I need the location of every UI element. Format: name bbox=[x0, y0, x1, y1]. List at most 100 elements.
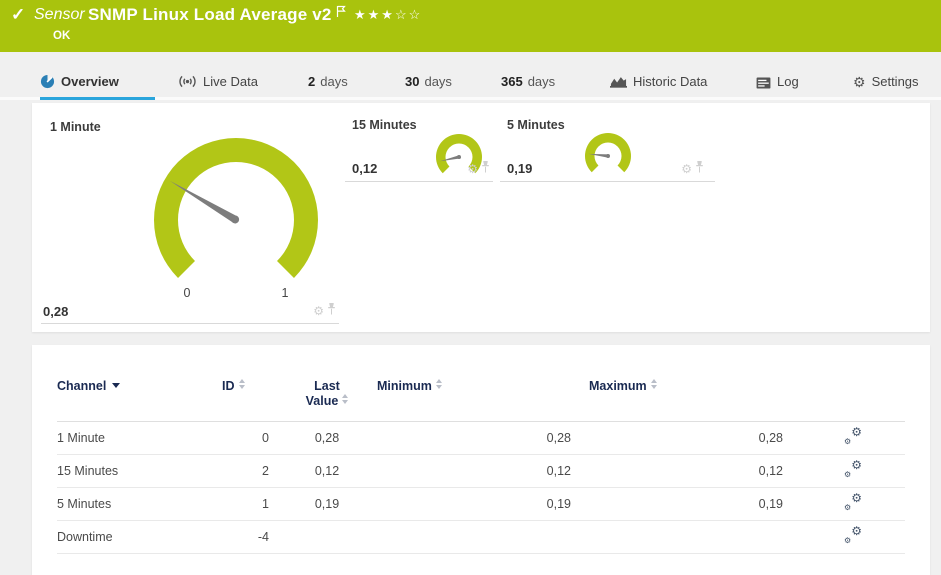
tab-historic-data[interactable]: Historic Data bbox=[610, 52, 707, 97]
pin-icon[interactable] bbox=[481, 160, 490, 178]
cell-channel: 1 Minute bbox=[57, 421, 222, 455]
table-header-row: Channel ID Last Value Minimum Maximum bbox=[57, 373, 905, 422]
cell-edit: ⚙ ⚙ bbox=[801, 421, 905, 455]
cell-id: 1 bbox=[222, 487, 277, 521]
tab-label: Historic Data bbox=[633, 74, 708, 89]
sort-icon bbox=[238, 379, 245, 389]
object-kind-label: Sensor bbox=[34, 6, 85, 23]
cell-id: -4 bbox=[222, 520, 277, 554]
gauge-settings-gear-icon[interactable]: ⚙ bbox=[467, 163, 478, 175]
live-signal-icon bbox=[178, 74, 197, 89]
tab-label: Settings bbox=[871, 74, 919, 89]
channel-settings-gears-icon[interactable]: ⚙ ⚙ bbox=[844, 524, 862, 545]
tab-live-data[interactable]: Live Data bbox=[178, 52, 258, 97]
gauge-icon bbox=[40, 74, 55, 89]
tab-label: Live Data bbox=[203, 74, 258, 89]
channel-settings-gears-icon[interactable]: ⚙ ⚙ bbox=[844, 458, 862, 479]
sort-icon bbox=[435, 379, 442, 389]
cell-max: 0,28 bbox=[589, 421, 801, 455]
cell-min: 0,19 bbox=[377, 487, 589, 521]
cell-last: 0,28 bbox=[277, 421, 377, 455]
gauge-value: 0,19 bbox=[507, 161, 533, 176]
tab-label: Log bbox=[777, 74, 799, 89]
tab-unit: days bbox=[424, 74, 452, 89]
status-check-icon: ✓ bbox=[11, 5, 26, 24]
gauge-settings-gear-icon[interactable]: ⚙ bbox=[681, 163, 692, 175]
column-header-minimum[interactable]: Minimum bbox=[377, 373, 589, 422]
sensor-header: ✓ Sensor SNMP Linux Load Average v2 ★★★☆… bbox=[0, 0, 941, 52]
channel-settings-gears-icon[interactable]: ⚙ ⚙ bbox=[844, 425, 862, 446]
gauge-panel-5-minutes: 5 Minutes 0,19 ⚙ bbox=[500, 112, 715, 182]
cell-last bbox=[277, 520, 377, 554]
gauge-title: 5 Minutes bbox=[507, 118, 565, 132]
tab-number: 365 bbox=[501, 74, 523, 89]
cell-last: 0,19 bbox=[277, 487, 377, 521]
gauge-panel-1-minute: 1 Minute 0 1 0,28 ⚙ bbox=[41, 112, 339, 324]
table-row: 5 Minutes 1 0,19 0,19 0,19 ⚙ ⚙ bbox=[57, 487, 905, 521]
gauge-title: 15 Minutes bbox=[352, 118, 417, 132]
tab-2-days[interactable]: 2 days bbox=[308, 52, 348, 97]
sort-desc-icon bbox=[112, 383, 121, 388]
status-badge: OK bbox=[53, 30, 71, 42]
tab-log[interactable]: Log bbox=[756, 52, 799, 97]
gauge-arc bbox=[585, 132, 631, 173]
tab-unit: days bbox=[527, 74, 556, 89]
cell-min bbox=[377, 520, 589, 554]
tab-365-days[interactable]: 365 days bbox=[501, 52, 555, 97]
cell-id: 2 bbox=[222, 454, 277, 488]
cell-channel: 15 Minutes bbox=[57, 454, 222, 488]
tab-settings[interactable]: ⚙ Settings bbox=[853, 52, 919, 97]
cell-last: 0,12 bbox=[277, 454, 377, 488]
cell-max: 0,19 bbox=[589, 487, 801, 521]
tab-number: 30 bbox=[405, 74, 420, 89]
column-header-channel[interactable]: Channel bbox=[57, 373, 222, 422]
gauge-arc bbox=[153, 137, 318, 278]
column-header-id[interactable]: ID bbox=[222, 373, 277, 422]
tab-30-days[interactable]: 30 days bbox=[405, 52, 452, 97]
gauges-panel: 1 Minute 0 1 0,28 ⚙ 15 Minutes 0,12 ⚙ 5 … bbox=[32, 103, 930, 332]
table-row: 15 Minutes 2 0,12 0,12 0,12 ⚙ ⚙ bbox=[57, 454, 905, 488]
gauge-settings-gear-icon[interactable]: ⚙ bbox=[313, 305, 324, 317]
gauge-min-tick: 0 bbox=[184, 286, 191, 300]
cell-min: 0,28 bbox=[377, 421, 589, 455]
column-header-last-value[interactable]: Last Value bbox=[277, 373, 377, 422]
tab-number: 2 bbox=[308, 74, 316, 89]
gauge-title: 1 Minute bbox=[50, 120, 101, 134]
cell-channel: Downtime bbox=[57, 520, 222, 554]
channel-settings-gears-icon[interactable]: ⚙ ⚙ bbox=[844, 491, 862, 512]
tab-label: Overview bbox=[61, 74, 119, 89]
sort-icon bbox=[342, 394, 349, 404]
gear-icon: ⚙ bbox=[853, 74, 866, 90]
table-row: Downtime -4 ⚙ ⚙ bbox=[57, 520, 905, 554]
area-chart-icon bbox=[610, 75, 627, 89]
priority-stars[interactable]: ★★★☆☆ bbox=[354, 7, 422, 23]
page-title: SNMP Linux Load Average v2 bbox=[88, 5, 332, 24]
tab-overview[interactable]: Overview bbox=[40, 52, 155, 100]
tab-bar: Overview Live Data 2 days 30 days 365 da… bbox=[0, 52, 941, 100]
gauge-max-tick: 1 bbox=[282, 286, 289, 300]
cell-channel: 5 Minutes bbox=[57, 487, 222, 521]
gauge-panel-15-minutes: 15 Minutes 0,12 ⚙ bbox=[345, 112, 493, 182]
tab-unit: days bbox=[320, 74, 348, 89]
column-header-maximum[interactable]: Maximum bbox=[589, 373, 801, 422]
gauge-chart-1-minute: 0 1 bbox=[153, 137, 318, 300]
channel-table: Channel ID Last Value Minimum Maximum 1 … bbox=[57, 373, 905, 554]
log-list-icon bbox=[756, 77, 771, 89]
channels-panel: Channel ID Last Value Minimum Maximum 1 … bbox=[32, 345, 930, 575]
cell-id: 0 bbox=[222, 421, 277, 455]
cell-max bbox=[589, 520, 801, 554]
cell-edit: ⚙ ⚙ bbox=[801, 487, 905, 521]
gauge-value: 0,28 bbox=[43, 304, 69, 319]
flag-icon[interactable] bbox=[336, 5, 347, 23]
channel-table-body: 1 Minute 0 0,28 0,28 0,28 ⚙ ⚙ 15 Minutes 2 0,12 0,… bbox=[57, 421, 905, 554]
cell-edit: ⚙ ⚙ bbox=[801, 520, 905, 554]
gauge-chart-5-minutes bbox=[585, 132, 631, 173]
pin-icon[interactable] bbox=[327, 302, 336, 320]
gauge-value: 0,12 bbox=[352, 161, 378, 176]
cell-edit: ⚙ ⚙ bbox=[801, 454, 905, 488]
table-row: 1 Minute 0 0,28 0,28 0,28 ⚙ ⚙ bbox=[57, 421, 905, 455]
pin-icon[interactable] bbox=[695, 160, 704, 178]
cell-max: 0,12 bbox=[589, 454, 801, 488]
column-header-edit bbox=[801, 373, 905, 422]
sort-icon bbox=[650, 379, 657, 389]
